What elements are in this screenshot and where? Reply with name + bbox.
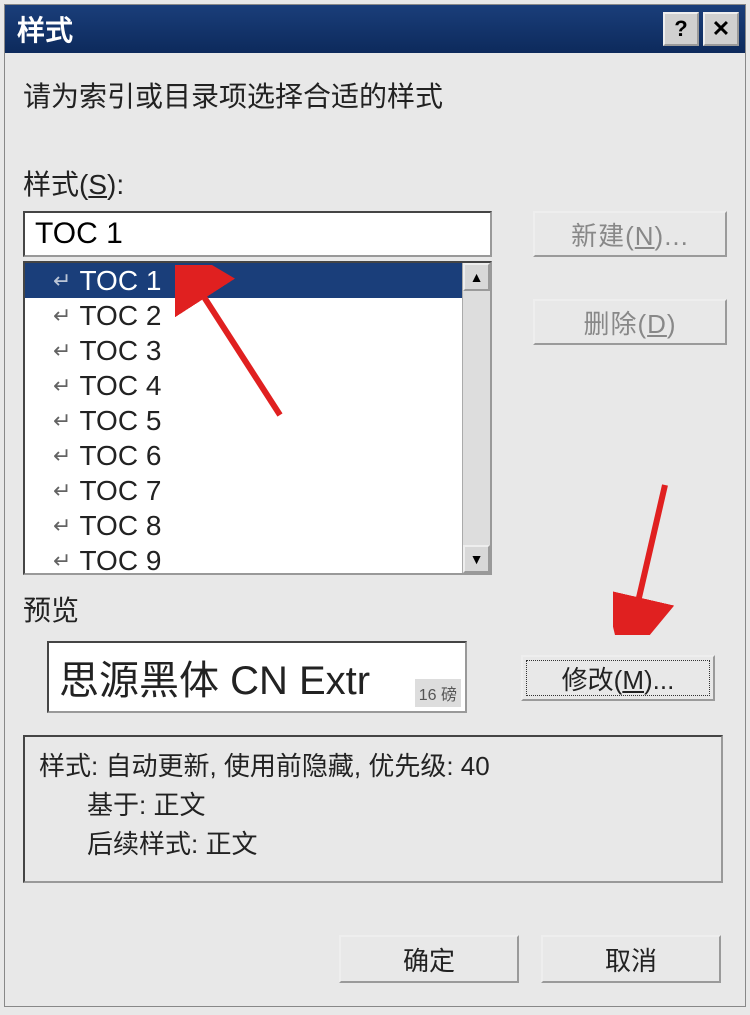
dialog-content: 请为索引或目录项选择合适的样式 样式(S): ↵ TOC 1 ↵ TOC 2 ↵ TOC … — [5, 53, 745, 1001]
scroll-up-button[interactable]: ▲ — [463, 263, 490, 291]
scrollbar: ▲ ▼ — [462, 263, 490, 573]
style-item-label: TOC 7 — [79, 475, 161, 507]
style-item-label: TOC 6 — [79, 440, 161, 472]
paragraph-mark-icon: ↵ — [53, 548, 71, 574]
paragraph-mark-icon: ↵ — [53, 408, 71, 434]
preview-label: 预览 — [23, 589, 727, 629]
style-list[interactable]: ↵ TOC 1 ↵ TOC 2 ↵ TOC 3 ↵ TOC 4 ↵ TOC 5 ↵ TOC 6 ↵ TOC… — [25, 263, 462, 573]
style-item-label: TOC 2 — [79, 300, 161, 332]
preview-size-text: 16 磅 — [415, 679, 461, 707]
new-button[interactable]: 新建(N)... — [533, 211, 727, 257]
style-list-item[interactable]: ↵ TOC 4 — [25, 368, 462, 403]
paragraph-mark-icon: ↵ — [53, 268, 71, 294]
window-title: 样式 — [17, 9, 73, 49]
desc-line-2: 基于: 正文 — [39, 786, 707, 825]
titlebar: 样式 ? ✕ — [5, 5, 745, 53]
cancel-button[interactable]: 取消 — [541, 935, 721, 983]
styles-row: ↵ TOC 1 ↵ TOC 2 ↵ TOC 3 ↵ TOC 4 ↵ TOC 5 ↵ TOC 6 ↵ TOC… — [23, 211, 727, 575]
style-item-label: TOC 4 — [79, 370, 161, 402]
style-list-item[interactable]: ↵ TOC 8 — [25, 508, 462, 543]
paragraph-mark-icon: ↵ — [53, 373, 71, 399]
help-button[interactable]: ? — [663, 12, 699, 46]
bottom-buttons: 确定 取消 — [23, 935, 727, 983]
side-buttons: 新建(N)... 删除(D) — [533, 211, 727, 345]
preview-font-text: 思源黑体 CN Extr — [59, 648, 370, 706]
style-list-container: ↵ TOC 1 ↵ TOC 2 ↵ TOC 3 ↵ TOC 4 ↵ TOC 5 ↵ TOC 6 ↵ TOC… — [23, 261, 492, 575]
style-name-input[interactable] — [23, 211, 492, 257]
style-item-label: TOC 9 — [79, 545, 161, 574]
desc-line-1: 样式: 自动更新, 使用前隐藏, 优先级: 40 — [39, 747, 707, 786]
paragraph-mark-icon: ↵ — [53, 443, 71, 469]
instruction-text: 请为索引或目录项选择合适的样式 — [23, 75, 727, 115]
preview-box: 思源黑体 CN Extr 16 磅 — [47, 641, 467, 713]
styles-left: ↵ TOC 1 ↵ TOC 2 ↵ TOC 3 ↵ TOC 4 ↵ TOC 5 ↵ TOC 6 ↵ TOC… — [23, 211, 507, 575]
modify-button[interactable]: 修改(M)... — [521, 655, 715, 701]
delete-button[interactable]: 删除(D) — [533, 299, 727, 345]
preview-row: 思源黑体 CN Extr 16 磅 修改(M)... — [23, 641, 727, 713]
style-list-item[interactable]: ↵ TOC 7 — [25, 473, 462, 508]
titlebar-buttons: ? ✕ — [663, 12, 739, 46]
style-list-item[interactable]: ↵ TOC 3 — [25, 333, 462, 368]
desc-line-3: 后续样式: 正文 — [39, 825, 707, 864]
style-item-label: TOC 5 — [79, 405, 161, 437]
close-button[interactable]: ✕ — [703, 12, 739, 46]
paragraph-mark-icon: ↵ — [53, 338, 71, 364]
styles-label: 样式(S): — [23, 163, 727, 203]
style-item-label: TOC 1 — [79, 265, 161, 297]
style-dialog: 样式 ? ✕ 请为索引或目录项选择合适的样式 样式(S): ↵ TOC 1 ↵ TOC… — [4, 4, 746, 1007]
paragraph-mark-icon: ↵ — [53, 478, 71, 504]
scroll-down-button[interactable]: ▼ — [463, 545, 490, 573]
style-list-item[interactable]: ↵ TOC 5 — [25, 403, 462, 438]
style-list-item[interactable]: ↵ TOC 1 — [25, 263, 462, 298]
style-item-label: TOC 3 — [79, 335, 161, 367]
style-list-item[interactable]: ↵ TOC 9 — [25, 543, 462, 573]
ok-button[interactable]: 确定 — [339, 935, 519, 983]
paragraph-mark-icon: ↵ — [53, 303, 71, 329]
style-list-item[interactable]: ↵ TOC 2 — [25, 298, 462, 333]
description-box: 样式: 自动更新, 使用前隐藏, 优先级: 40 基于: 正文 后续样式: 正文 — [23, 735, 723, 883]
paragraph-mark-icon: ↵ — [53, 513, 71, 539]
style-item-label: TOC 8 — [79, 510, 161, 542]
style-list-item[interactable]: ↵ TOC 6 — [25, 438, 462, 473]
